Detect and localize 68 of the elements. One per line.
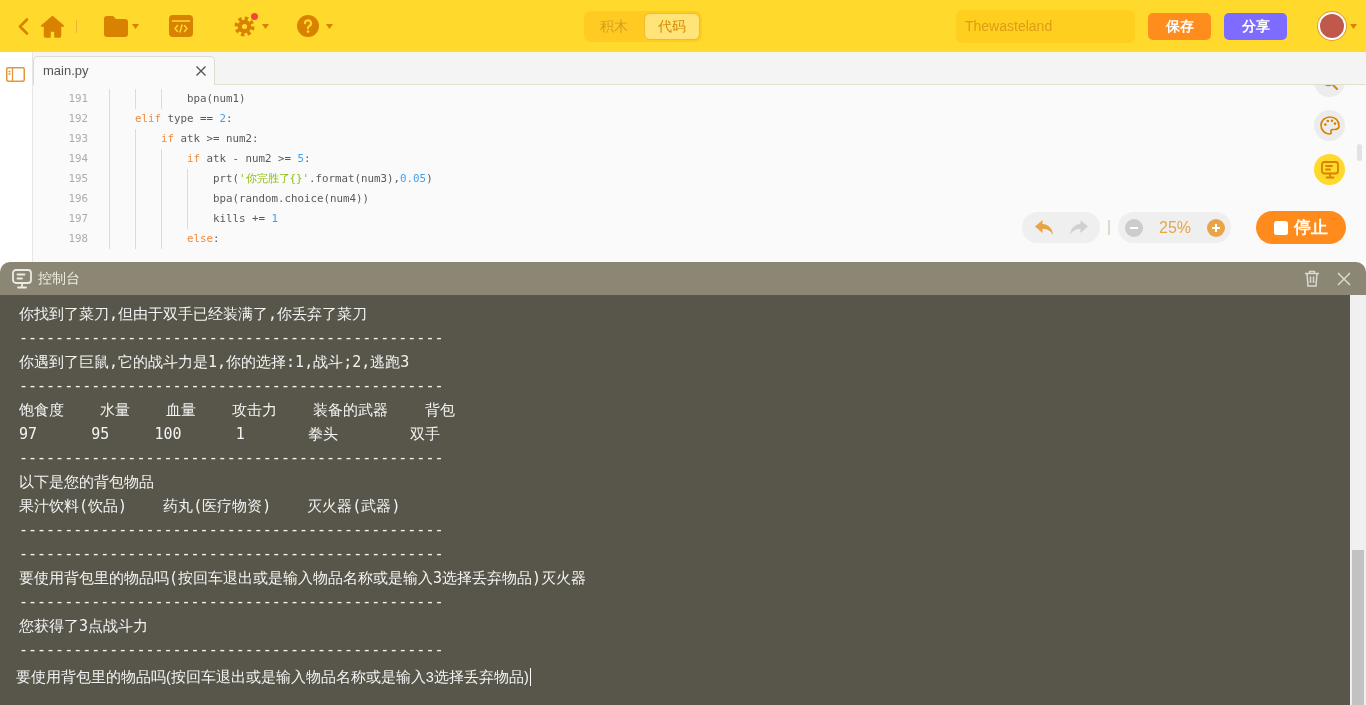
code-line: bpa(num1) xyxy=(187,91,246,107)
code-line: elif type == 2: xyxy=(135,111,233,127)
search-button[interactable] xyxy=(1314,85,1345,97)
caret-icon xyxy=(326,23,333,29)
trash-icon[interactable] xyxy=(1304,270,1320,287)
caret-icon[interactable] xyxy=(1350,23,1357,29)
code-line: prt('你完胜了{}'.format(num3),0.05) xyxy=(213,171,433,187)
code-line: kills += 1 xyxy=(213,211,279,227)
console-line: 以下是您的背包物品 xyxy=(19,473,154,491)
palette-button[interactable] xyxy=(1314,110,1345,141)
console-icon xyxy=(12,268,32,289)
stop-button[interactable]: 停止 xyxy=(1256,211,1346,244)
console-line: ----------------------------------------------- xyxy=(19,593,444,611)
console-line: ----------------------------------------------- xyxy=(19,329,444,347)
settings-icon xyxy=(234,15,255,37)
console-line: ----------------------------------------------- xyxy=(19,545,444,563)
line-number: 195 xyxy=(68,172,88,185)
line-number: 193 xyxy=(68,132,88,145)
undo-icon[interactable] xyxy=(1033,219,1054,236)
help-icon xyxy=(297,15,319,37)
console-line: 饱食度 水量 血量 攻击力 装备的武器 背包 xyxy=(19,401,455,419)
folder-icon xyxy=(104,15,128,37)
scrollbar-thumb[interactable] xyxy=(1357,144,1362,161)
code-window-icon[interactable] xyxy=(169,15,193,37)
code-line: else: xyxy=(187,231,220,247)
line-number: 191 xyxy=(68,92,88,105)
console-line: 果汁饮料(饮品) 药丸(医疗物资) 灭火器(武器) xyxy=(19,497,401,515)
console-line: 你找到了菜刀,但由于双手已经装满了,你丢弃了菜刀 xyxy=(19,305,368,323)
line-number: 196 xyxy=(68,192,88,205)
file-menu-button[interactable] xyxy=(104,15,139,37)
zoom-in-icon[interactable] xyxy=(1207,218,1225,237)
scrollbar-thumb[interactable] xyxy=(1352,550,1364,705)
console-input-field[interactable] xyxy=(529,668,533,686)
user-avatar[interactable] xyxy=(1318,12,1346,40)
code-line: bpa(random.choice(num4)) xyxy=(213,191,370,207)
zoom-level-text: 25% xyxy=(1159,217,1191,238)
line-number: 198 xyxy=(68,232,88,245)
back-icon[interactable] xyxy=(18,17,29,35)
caret-icon xyxy=(132,23,139,29)
console-line: 97 95 100 1 拳头 双手 xyxy=(19,425,441,443)
console-line: ----------------------------------------------- xyxy=(19,521,444,539)
console-line: ----------------------------------------------- xyxy=(19,641,444,659)
console-prompt: 要使用背包里的物品吗(按回车退出或是输入物品名称或是输入3选择丢弃物品) xyxy=(16,668,529,687)
help-menu-button[interactable] xyxy=(297,15,333,37)
line-number: 192 xyxy=(68,112,88,125)
line-number: 197 xyxy=(68,212,88,225)
console-line: ----------------------------------------------- xyxy=(19,377,444,395)
palette-icon xyxy=(1319,116,1340,135)
sidebar-toggle-icon[interactable] xyxy=(6,67,25,83)
stop-square-icon xyxy=(1274,220,1288,235)
file-tab[interactable]: main.py xyxy=(33,56,215,85)
console-title: 控制台 xyxy=(38,269,80,288)
code-line: if atk - num2 >= 5: xyxy=(187,151,311,167)
caret-icon xyxy=(262,23,269,29)
console-line: 你遇到了巨鼠,它的战斗力是1,你的选择:1,战斗;2,逃跑3 xyxy=(19,353,410,371)
home-icon[interactable] xyxy=(40,14,65,38)
code-line: if atk >= num2: xyxy=(161,131,259,147)
console-line: ----------------------------------------------- xyxy=(19,449,444,467)
save-button[interactable]: 保存 xyxy=(1148,12,1211,40)
line-number: 194 xyxy=(68,152,88,165)
mode-tab[interactable]: 代码 xyxy=(644,12,700,40)
console-line: 要使用背包里的物品吗(按回车退出或是输入物品名称或是输入3选择丢弃物品)灭火器 xyxy=(19,569,587,587)
monitor-icon xyxy=(1320,160,1339,179)
settings-menu-button[interactable] xyxy=(234,15,269,37)
close-icon[interactable] xyxy=(196,66,206,76)
console-line: 您获得了3点战斗力 xyxy=(19,617,149,635)
console-toggle-button[interactable] xyxy=(1314,154,1345,185)
share-button[interactable]: 分享 xyxy=(1224,12,1287,40)
